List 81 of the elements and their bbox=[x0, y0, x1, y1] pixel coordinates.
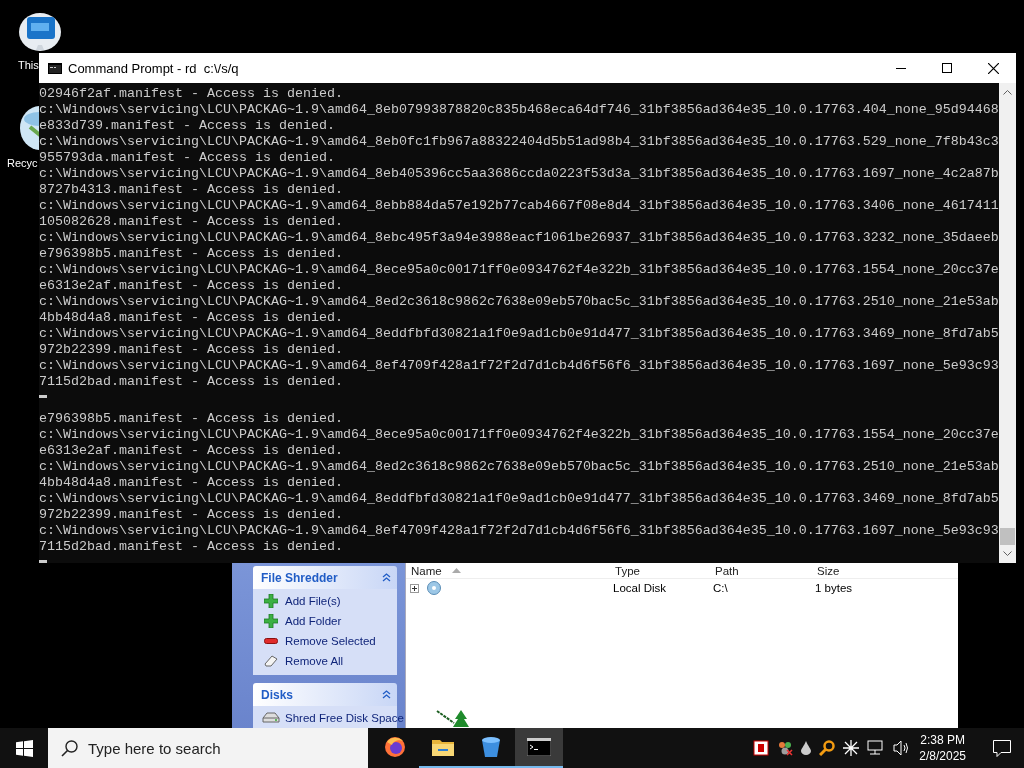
expand-icon[interactable] bbox=[410, 583, 419, 593]
network-icon[interactable] bbox=[867, 740, 886, 756]
console-line: e833d739.manifest - Access is denied. bbox=[39, 118, 335, 133]
shield-icon[interactable] bbox=[753, 740, 770, 756]
close-icon[interactable] bbox=[987, 62, 999, 74]
console-line: c:\Windows\servicing\LCU\PACKAG~1.9\amd64_8ed2c3618c9862c7638e09eb570bac5c_31bf3856ad364e35_10.0.17763.2510_none_21e53ab bbox=[39, 294, 999, 309]
column-header[interactable]: Path bbox=[710, 563, 812, 578]
column-header[interactable]: Size bbox=[812, 563, 897, 578]
scrollbar[interactable] bbox=[999, 83, 1016, 563]
taskbar-app-button[interactable] bbox=[515, 728, 563, 768]
console-line: c:\Windows\servicing\LCU\PACKAG~1.9\amd64_8ece95a0c00171ff0e0934762f4e322b_31bf3856ad364e35_10.0.17763.1554_none_20cc37e bbox=[39, 262, 999, 277]
desktop-icon-label[interactable]: Recyc bbox=[7, 157, 38, 169]
table-cell-text: C:\ bbox=[712, 582, 729, 594]
console-line: c:\Windows\servicing\LCU\PACKAG~1.9\amd64_8ef4709f428a1f72f2d7d1cb4d6f56f6_31bf3856ad364e35_10.0.17763.1697_none_5e93c93 bbox=[39, 358, 999, 373]
people-icon[interactable] bbox=[777, 740, 794, 756]
table-cell-text: 1 bytes bbox=[814, 582, 854, 594]
terminal-icon bbox=[527, 738, 551, 756]
column-header[interactable]: Type bbox=[610, 563, 710, 578]
panel-header[interactable]: File Shredder bbox=[253, 566, 397, 589]
collapse-icon[interactable] bbox=[382, 690, 391, 699]
console-line: c:\Windows\servicing\LCU\PACKAG~1.9\amd64_8ed2c3618c9862c7638e09eb570bac5c_31bf3856ad364e35_10.0.17763.2510_none_21e53ab bbox=[39, 459, 999, 474]
console-line: e6313e2af.manifest - Access is denied. bbox=[39, 278, 343, 293]
console-line: c:\Windows\servicing\LCU\PACKAG~1.9\amd64_8eb405396cc5aa3686ccda0223f53d3a_31bf3856ad364e35_10.0.17763.1697_none_4c2a87b bbox=[39, 166, 999, 181]
windows-logo-icon[interactable] bbox=[15, 739, 33, 757]
console-line: 4bb48d4a8.manifest - Access is denied. bbox=[39, 310, 343, 325]
console-line: 02946f2af.manifest - Access is denied. bbox=[39, 86, 343, 101]
disk-icon bbox=[427, 581, 441, 595]
task-link[interactable]: Shred Free Disk Space bbox=[285, 712, 404, 724]
search-field[interactable]: Type here to search bbox=[48, 728, 368, 768]
tree-cursor-icon bbox=[436, 710, 470, 728]
task-link[interactable]: Add File(s) bbox=[285, 595, 341, 607]
sparkle-icon[interactable] bbox=[843, 740, 860, 756]
console-line: c:\Windows\servicing\LCU\PACKAG~1.9\amd64_8eb0fc1fb967a88322404d5b51ad98b4_31bf3856ad364e35_10.0.17763.529_none_7f8b43c3 bbox=[39, 134, 999, 149]
browser-icon bbox=[384, 736, 406, 758]
bin-icon bbox=[481, 736, 501, 758]
console-line: c:\Windows\servicing\LCU\PACKAG~1.9\amd64_8eb07993878820c835b468eca64df746_31bf3856ad364e35_10.0.17763.404_none_95d94468 bbox=[39, 102, 999, 117]
console-line: 972b22399.manifest - Access is denied. bbox=[39, 342, 343, 357]
desktop-icon-label[interactable]: This bbox=[18, 59, 39, 71]
folder-icon bbox=[432, 738, 454, 756]
console-line: c:\Windows\servicing\LCU\PACKAG~1.9\amd64_8eddfbfd30821a1f0e9ad1cb0e91d477_31bf3856ad364e35_10.0.17763.3469_none_8fd7ab5 bbox=[39, 326, 999, 341]
console-line: 7115d2bad.manifest - Access is denied. bbox=[39, 374, 343, 389]
task-link[interactable]: Remove Selected bbox=[285, 635, 376, 647]
table-cell-text: Local Disk bbox=[612, 582, 668, 594]
task-link[interactable]: Add Folder bbox=[285, 615, 342, 627]
clock-time[interactable]: 2:38 PM bbox=[920, 732, 965, 748]
notification-icon[interactable] bbox=[993, 739, 1011, 757]
text-cursor bbox=[39, 560, 47, 563]
console-line: 8727b4313.manifest - Access is denied. bbox=[39, 182, 343, 197]
console-line: c:\Windows\servicing\LCU\PACKAG~1.9\amd64_8ebb884da57e192b77cab4667f08e8d4_31bf3856ad364e35_10.0.17763.3406_none_4617411 bbox=[39, 198, 999, 213]
console-line: c:\Windows\servicing\LCU\PACKAG~1.9\amd64_8ece95a0c00171ff0e0934762f4e322b_31bf3856ad364e35_10.0.17763.1554_none_20cc37e bbox=[39, 427, 999, 442]
console-line: c:\Windows\servicing\LCU\PACKAG~1.9\amd64_8ebc495f3a94e3988eacf1061be26937_31bf3856ad364e35_10.0.17763.3232_none_35daeeb bbox=[39, 230, 999, 245]
minus-icon bbox=[264, 638, 278, 644]
scroll-down-icon[interactable] bbox=[1003, 551, 1012, 557]
console-line: 105082628.manifest - Access is denied. bbox=[39, 214, 343, 229]
console-line: c:\Windows\servicing\LCU\PACKAG~1.9\amd64_8eddfbfd30821a1f0e9ad1cb0e91d477_31bf3856ad364e35_10.0.17763.3469_none_8fd7ab5 bbox=[39, 491, 999, 506]
console-line: 4bb48d4a8.manifest - Access is denied. bbox=[39, 475, 343, 490]
maximize-icon[interactable] bbox=[942, 63, 952, 73]
scroll-thumb[interactable] bbox=[1000, 528, 1015, 545]
scroll-up-icon[interactable] bbox=[1003, 89, 1012, 95]
console-line: 955793da.manifest - Access is denied. bbox=[39, 150, 335, 165]
console-icon bbox=[48, 62, 62, 74]
panel-header[interactable]: Disks bbox=[253, 683, 397, 706]
drop-icon[interactable] bbox=[801, 741, 812, 755]
plus-icon bbox=[264, 594, 278, 608]
minimize-icon[interactable] bbox=[896, 67, 906, 69]
magnifier-icon[interactable] bbox=[819, 740, 836, 756]
console-line: 972b22399.manifest - Access is denied. bbox=[39, 507, 343, 522]
window-title: Command Prompt - rd c:\/s/q bbox=[68, 60, 239, 76]
eraser-icon bbox=[264, 655, 278, 667]
console-line: c:\Windows\servicing\LCU\PACKAG~1.9\amd64_8ef4709f428a1f72f2d7d1cb4d6f56f6_31bf3856ad364e35_10.0.17763.1697_none_5e93c93 bbox=[39, 523, 999, 538]
collapse-icon[interactable] bbox=[382, 573, 391, 582]
search-icon bbox=[61, 740, 78, 757]
plus-icon bbox=[264, 614, 278, 628]
task-link[interactable]: Remove All bbox=[285, 655, 344, 667]
console-line: e796398b5.manifest - Access is denied. bbox=[39, 411, 343, 426]
text-cursor bbox=[39, 395, 47, 398]
column-header[interactable]: Name bbox=[406, 563, 610, 578]
clock-date[interactable]: 2/8/2025 bbox=[919, 748, 966, 764]
console-line: e6313e2af.manifest - Access is denied. bbox=[39, 443, 343, 458]
console-line: 7115d2bad.manifest - Access is denied. bbox=[39, 539, 343, 554]
console-line: e796398b5.manifest - Access is denied. bbox=[39, 246, 343, 261]
